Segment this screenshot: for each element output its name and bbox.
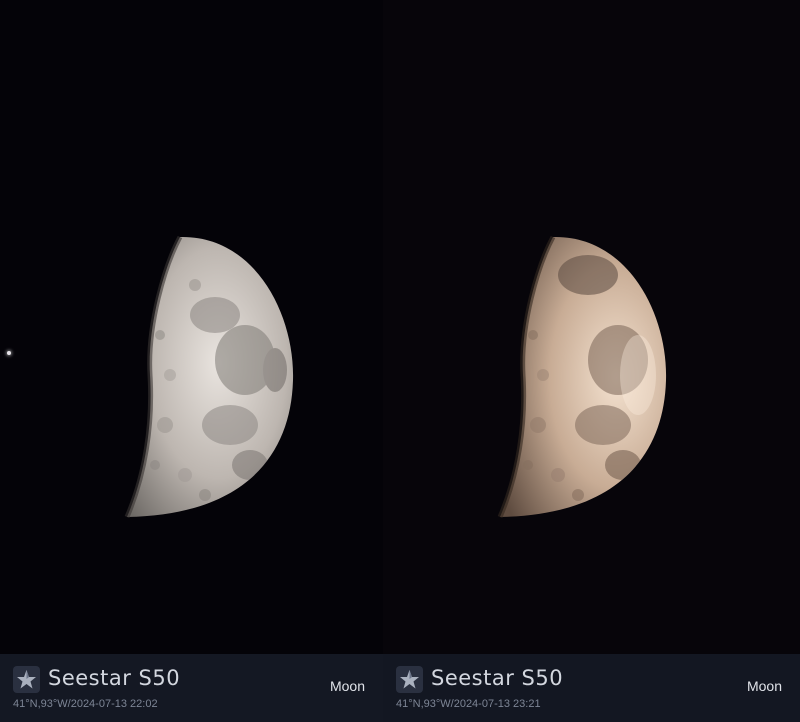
seestar-logo-icon: [396, 666, 423, 693]
night-sky: [383, 0, 800, 654]
left-photo-panel: Seestar S50 41°N,93°W/2024-07-13 22:02 M…: [0, 0, 383, 722]
night-sky: [0, 0, 383, 654]
device-brand: Seestar S50: [48, 666, 181, 690]
star-point: [7, 351, 11, 355]
target-label: Moon: [746, 678, 782, 694]
moon-image: [497, 235, 667, 518]
info-bar: Seestar S50 41°N,93°W/2024-07-13 22:02 M…: [0, 654, 383, 722]
target-label: Moon: [329, 678, 365, 694]
location-timestamp: 41°N,93°W/2024-07-13 23:21: [396, 698, 541, 710]
device-brand: Seestar S50: [431, 666, 564, 690]
photo-comparison: Seestar S50 41°N,93°W/2024-07-13 22:02 M…: [0, 0, 800, 722]
info-bar: Seestar S50 41°N,93°W/2024-07-13 23:21 M…: [383, 654, 800, 722]
seestar-logo-icon: [13, 666, 40, 693]
right-photo-panel: Seestar S50 41°N,93°W/2024-07-13 23:21 M…: [383, 0, 800, 722]
location-timestamp: 41°N,93°W/2024-07-13 22:02: [13, 698, 158, 710]
moon-image: [124, 235, 294, 518]
